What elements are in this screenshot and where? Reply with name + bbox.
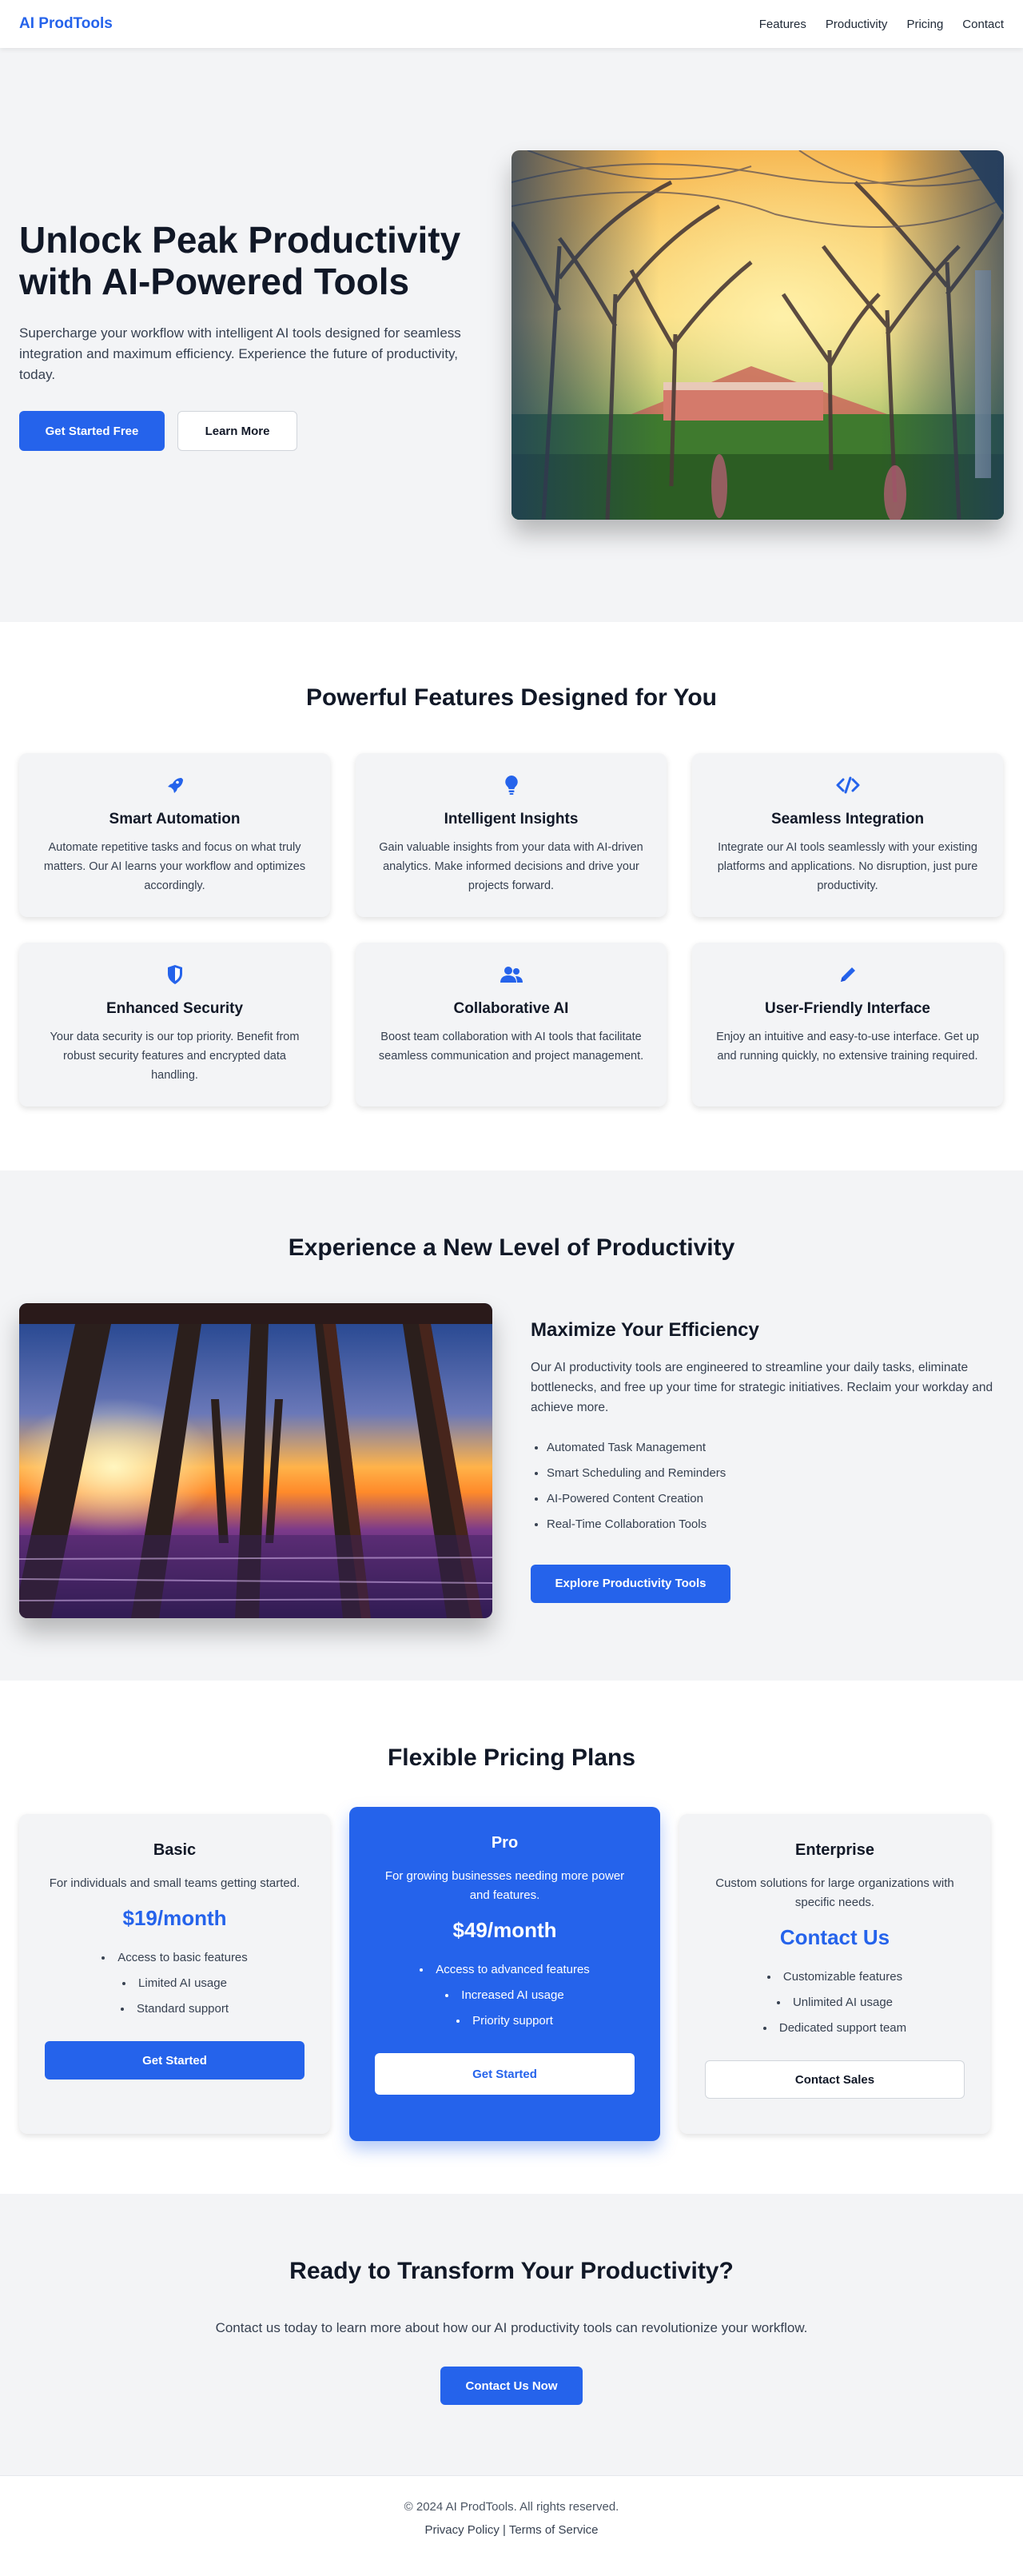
features-grid: Smart Automation Automate repetitive tas… — [19, 753, 1004, 1107]
contact-us-now-button[interactable]: Contact Us Now — [440, 2367, 583, 2405]
pro-get-started-button[interactable]: Get Started — [375, 2053, 635, 2095]
contact-sales-button[interactable]: Contact Sales — [705, 2060, 965, 2099]
pricing-grid: Basic For individuals and small teams ge… — [19, 1807, 1004, 2141]
list-item: Dedicated support team — [705, 2016, 965, 2041]
experience-title: Experience a New Level of Productivity — [288, 1234, 735, 1261]
experience-section: Experience a New Level of Productivity M… — [0, 1170, 1023, 1681]
feature-text: Integrate our AI tools seamlessly with y… — [717, 841, 978, 892]
hero-content: Unlock Peak Productivity with AI-Powered… — [19, 219, 491, 451]
explore-productivity-tools-button[interactable]: Explore Productivity Tools — [531, 1564, 730, 1603]
pencil-icon — [713, 963, 982, 986]
pricing-section: Flexible Pricing Plans Basic For individ… — [0, 1681, 1023, 2194]
hero-title: Unlock Peak Productivity with AI-Powered… — [19, 219, 461, 302]
experience-heading: Maximize Your Efficiency — [531, 1318, 759, 1341]
list-item: Access to advanced features — [375, 1957, 635, 1983]
experience-list: Automated Task Management Smart Scheduli… — [531, 1435, 1004, 1537]
list-item: Customizable features — [705, 1964, 965, 1990]
pricing-card-basic: Basic For individuals and small teams ge… — [19, 1814, 330, 2134]
hero-subtitle: Supercharge your workflow with intellige… — [19, 325, 461, 382]
feature-text: Your data security is our top priority. … — [50, 1031, 300, 1082]
list-item: Automated Task Management — [547, 1435, 1004, 1461]
list-item: Limited AI usage — [45, 1971, 305, 1996]
plan-description: Custom solutions for large organizations… — [715, 1876, 954, 1909]
site-header: AI ProdTools Features Productivity Prici… — [0, 0, 1023, 48]
feature-title: Collaborative AI — [453, 1000, 569, 1017]
feature-card-seamless-integration: Seamless Integration Integrate our AI to… — [692, 753, 1003, 917]
feature-title: Seamless Integration — [770, 811, 925, 827]
feature-title: Smart Automation — [109, 811, 241, 827]
site-footer: © 2024 AI ProdTools. All rights reserved… — [0, 2475, 1023, 2576]
plan-description: For individuals and small teams getting … — [49, 1876, 301, 1890]
nav-link-contact[interactable]: Contact — [962, 18, 1004, 31]
list-item: Real-Time Collaboration Tools — [547, 1512, 1004, 1537]
privacy-policy-link[interactable]: Privacy Policy — [424, 2523, 499, 2537]
rocket-icon — [40, 774, 309, 796]
plan-name: Enterprise — [795, 1841, 874, 1859]
pricing-card-pro: Pro For growing businesses needing more … — [349, 1807, 660, 2141]
list-item: AI-Powered Content Creation — [547, 1486, 1004, 1512]
feature-card-enhanced-security: Enhanced Security Your data security is … — [19, 943, 330, 1107]
feature-text: Automate repetitive tasks and focus on w… — [43, 841, 306, 892]
hero-image-orchard — [512, 150, 1004, 520]
feature-text: Enjoy an intuitive and easy-to-use inter… — [716, 1031, 979, 1063]
feature-title: User-Friendly Interface — [765, 1000, 930, 1017]
experience-text: Our AI productivity tools are engineered… — [531, 1360, 993, 1414]
shield-icon — [40, 963, 309, 986]
pier-sunset-image — [19, 1303, 492, 1618]
list-item: Priority support — [375, 2008, 635, 2034]
footer-separator: | — [503, 2523, 506, 2537]
feature-title: Intelligent Insights — [444, 811, 579, 827]
cta-text: Contact us today to learn more about how… — [215, 2320, 808, 2335]
users-icon — [376, 963, 646, 986]
lightbulb-icon — [376, 774, 646, 796]
plan-name: Basic — [153, 1841, 197, 1859]
feature-card-intelligent-insights: Intelligent Insights Gain valuable insig… — [356, 753, 667, 917]
nav-link-productivity[interactable]: Productivity — [826, 18, 888, 31]
list-item: Smart Scheduling and Reminders — [547, 1461, 1004, 1486]
list-item: Access to basic features — [45, 1945, 305, 1971]
nav-link-features[interactable]: Features — [759, 18, 806, 31]
plan-features: Access to advanced features Increased AI… — [375, 1957, 635, 2034]
plan-name: Pro — [491, 1834, 519, 1852]
feature-text: Boost team collaboration with AI tools t… — [378, 1031, 644, 1063]
features-section: Powerful Features Designed for You Smart… — [0, 622, 1023, 1170]
features-title: Powerful Features Designed for You — [306, 684, 717, 711]
list-item: Standard support — [45, 1996, 305, 2022]
feature-card-smart-automation: Smart Automation Automate repetitive tas… — [19, 753, 330, 917]
code-icon — [713, 774, 982, 796]
feature-text: Gain valuable insights from your data wi… — [379, 841, 643, 892]
learn-more-button[interactable]: Learn More — [177, 411, 297, 451]
cta-section: Ready to Transform Your Productivity? Co… — [0, 2194, 1023, 2475]
footer-links: Privacy Policy | Terms of Service — [0, 2523, 1023, 2537]
experience-row: Maximize Your Efficiency Our AI producti… — [19, 1303, 1004, 1618]
basic-get-started-button[interactable]: Get Started — [45, 2041, 305, 2080]
nav-link-pricing[interactable]: Pricing — [906, 18, 943, 31]
plan-features: Access to basic features Limited AI usag… — [45, 1945, 305, 2022]
cta-title: Ready to Transform Your Productivity? — [289, 2258, 734, 2284]
experience-content: Maximize Your Efficiency Our AI producti… — [531, 1319, 1004, 1603]
hero-section: Unlock Peak Productivity with AI-Powered… — [0, 48, 1023, 622]
site-logo[interactable]: AI ProdTools — [19, 15, 113, 33]
list-item: Increased AI usage — [375, 1983, 635, 2008]
plan-price: $19/month — [122, 1906, 227, 1930]
feature-title: Enhanced Security — [105, 1000, 244, 1017]
pricing-card-enterprise: Enterprise Custom solutions for large or… — [679, 1814, 990, 2134]
footer-copyright: © 2024 AI ProdTools. All rights reserved… — [404, 2500, 619, 2514]
get-started-free-button[interactable]: Get Started Free — [19, 411, 165, 451]
terms-of-service-link[interactable]: Terms of Service — [509, 2523, 599, 2537]
hero-buttons: Get Started Free Learn More — [19, 411, 491, 451]
main-nav: Features Productivity Pricing Contact — [759, 18, 1004, 31]
list-item: Unlimited AI usage — [705, 1990, 965, 2016]
plan-price: Contact Us — [779, 1925, 890, 1949]
plan-price: $49/month — [452, 1918, 557, 1942]
plan-features: Customizable features Unlimited AI usage… — [705, 1964, 965, 2041]
feature-card-user-friendly-interface: User-Friendly Interface Enjoy an intuiti… — [692, 943, 1003, 1107]
pricing-title: Flexible Pricing Plans — [387, 1745, 636, 1771]
plan-description: For growing businesses needing more powe… — [384, 1869, 625, 1902]
feature-card-collaborative-ai: Collaborative AI Boost team collaboratio… — [356, 943, 667, 1107]
